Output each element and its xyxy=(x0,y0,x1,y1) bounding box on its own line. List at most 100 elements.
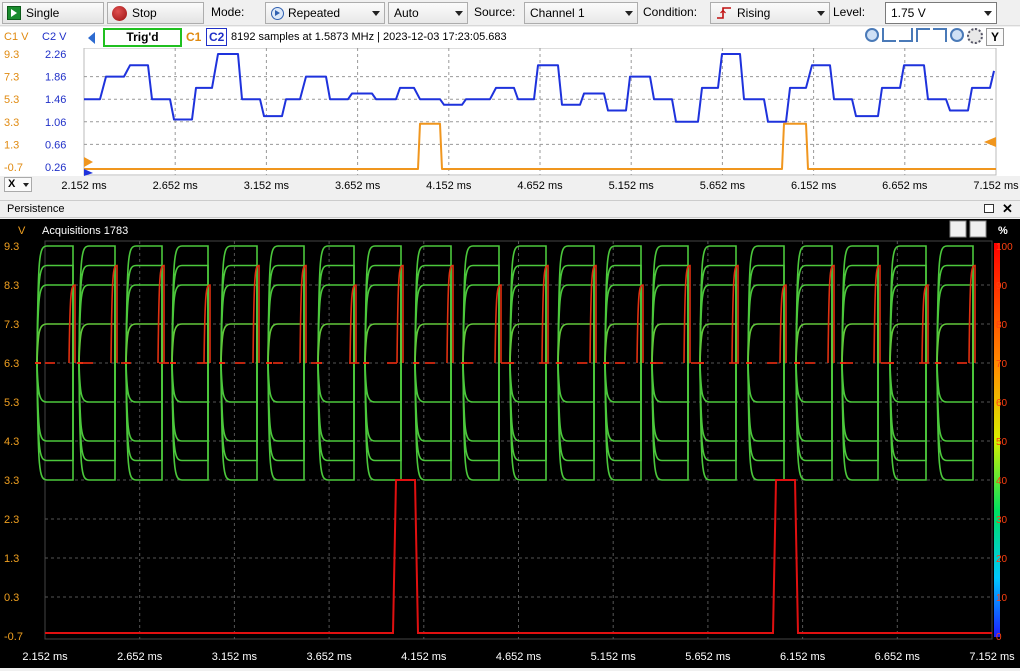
persistence-x-tick: 2.152 ms xyxy=(22,651,68,663)
scope-view[interactable]: 9.3 2.26 7.3 1.86 5.3 1.46 3.3 1.06 1.3 0.66 -0.7 0… xyxy=(0,47,1020,176)
persistence-x-tick: 3.152 ms xyxy=(212,651,258,663)
persistence-y-tick: 3.3 xyxy=(4,475,19,487)
persistence-x-tick: 6.652 ms xyxy=(875,651,921,663)
scope-tools: Y xyxy=(865,28,1004,46)
c1-tick-label: 1.3 xyxy=(4,139,19,151)
persistence-x-tick: 6.152 ms xyxy=(780,651,826,663)
stop-button[interactable]: Stop xyxy=(107,2,204,24)
broom-clear-button[interactable] xyxy=(949,220,967,238)
x-tick-label: 2.652 ms xyxy=(153,180,199,192)
x-tick-label: 5.152 ms xyxy=(609,180,655,192)
stop-icon xyxy=(112,5,127,21)
c2-tick-label: 1.46 xyxy=(45,94,66,106)
percent-tick-label: 0 xyxy=(996,632,1002,643)
condition-select[interactable]: Rising xyxy=(710,2,830,24)
c2-tick-label: 1.06 xyxy=(45,117,66,129)
x-tick-label: 4.152 ms xyxy=(426,180,472,192)
x-tick-label: 2.152 ms xyxy=(61,180,107,192)
percent-tick-label: 60 xyxy=(996,398,1008,409)
percent-tick-label: 80 xyxy=(996,320,1008,331)
mode-select[interactable]: Repeated xyxy=(265,2,385,24)
percent-unit: % xyxy=(998,225,1008,237)
x-axis-bar: X 2.152 ms 2.652 ms 3.152 ms 3.652 ms 4.152 … xyxy=(0,176,1020,194)
c2-tick-label: 0.66 xyxy=(45,139,66,151)
percent-tick-label: 30 xyxy=(996,515,1008,526)
zoom-fit-icon[interactable] xyxy=(882,28,896,42)
restore-window-icon[interactable] xyxy=(984,204,994,213)
y-axis-button[interactable]: Y xyxy=(986,28,1004,46)
zoom-in-icon[interactable] xyxy=(865,28,879,42)
percent-tick-label: 10 xyxy=(996,593,1008,604)
mode-label: Mode: xyxy=(211,5,245,19)
scope-plot[interactable]: 9.3 2.26 7.3 1.86 5.3 1.46 3.3 1.06 1.3 0.66 -0.7 0… xyxy=(0,47,1020,176)
source-select[interactable]: Channel 1 xyxy=(524,2,638,24)
trigger-status-badge: Trig'd xyxy=(103,28,182,47)
persistence-y-tick: 1.3 xyxy=(4,553,19,565)
c2-tick-label: 1.86 xyxy=(45,72,66,84)
source-label: Source: xyxy=(474,5,516,19)
x-tick-label: 7.152 ms xyxy=(973,180,1019,192)
persistence-y-tick: 2.3 xyxy=(4,514,19,526)
percent-tick-label: 70 xyxy=(996,359,1008,370)
trigger-mode-select[interactable]: Auto xyxy=(388,2,468,24)
acquisition-info: 8192 samples at 1.5873 MHz | 2023-12-03 … xyxy=(231,31,507,43)
settings-gear-icon[interactable] xyxy=(967,28,983,44)
persistence-y-unit: V xyxy=(18,225,26,237)
c2-tick-label: 2.26 xyxy=(45,49,66,61)
x-tick-label: 6.652 ms xyxy=(882,180,928,192)
persistence-settings-button[interactable] xyxy=(969,220,987,238)
rising-edge-icon xyxy=(717,7,731,19)
vertical-zoom-icon[interactable] xyxy=(899,28,913,42)
c2-tick-label: 0.26 xyxy=(45,162,66,174)
percent-tick-label: 20 xyxy=(996,554,1008,565)
persistence-view[interactable]: V Acquisitions 1783 % 9.3 8.3 7.3 6.3 5.3 4.3… xyxy=(0,219,1020,645)
repeat-icon xyxy=(271,6,284,20)
persistence-x-tick: 3.652 ms xyxy=(306,651,352,663)
persistence-plot[interactable]: V Acquisitions 1783 % 9.3 8.3 7.3 6.3 5.3 4.3… xyxy=(0,219,1020,645)
zoom-out-icon[interactable] xyxy=(950,28,964,42)
persistence-y-tick: 4.3 xyxy=(4,436,19,448)
persistence-header: Persistence ✕ xyxy=(0,200,1020,218)
condition-label: Condition: xyxy=(643,5,698,19)
c1-tick-label: 3.3 xyxy=(4,117,19,129)
percent-tick-label: 40 xyxy=(996,476,1008,487)
toolbar: Single Stop Mode: Repeated Auto Source: … xyxy=(0,0,1020,26)
c1-tick-label: 7.3 xyxy=(4,72,19,84)
persistence-y-tick: 0.3 xyxy=(4,592,19,604)
level-input[interactable]: 1.75 V xyxy=(885,2,997,24)
x-tick-label: 5.652 ms xyxy=(700,180,746,192)
persistence-y-tick: 8.3 xyxy=(4,280,19,292)
x-tick-label: 3.652 ms xyxy=(335,180,381,192)
pan-icon[interactable] xyxy=(933,28,947,42)
persistence-y-tick: -0.7 xyxy=(4,631,23,643)
x-tick-label: 4.652 ms xyxy=(517,180,563,192)
horizontal-zoom-icon[interactable] xyxy=(916,28,930,42)
persistence-y-tick: 6.3 xyxy=(4,358,19,370)
c1-tag[interactable]: C1 xyxy=(186,30,201,44)
x-tick-label: 3.152 ms xyxy=(244,180,290,192)
percent-tick-label: 50 xyxy=(996,437,1008,448)
persistence-x-tick: 5.152 ms xyxy=(591,651,637,663)
persistence-x-tick: 2.652 ms xyxy=(117,651,163,663)
persistence-x-tick: 5.652 ms xyxy=(685,651,731,663)
percent-tick-label: 90 xyxy=(996,281,1008,292)
c2-units-label: C2 V xyxy=(42,31,67,43)
persistence-x-tick: 4.152 ms xyxy=(401,651,447,663)
persistence-y-tick: 7.3 xyxy=(4,319,19,331)
level-label: Level: xyxy=(833,5,866,19)
play-step-icon xyxy=(7,6,21,20)
persistence-x-tick: 4.652 ms xyxy=(496,651,542,663)
close-icon[interactable]: ✕ xyxy=(1002,201,1013,217)
collapse-arrow-icon[interactable] xyxy=(88,32,95,44)
persistence-title: Persistence xyxy=(7,203,65,215)
x-tick-label: 6.152 ms xyxy=(791,180,837,192)
single-button[interactable]: Single xyxy=(2,2,104,24)
persistence-y-tick: 5.3 xyxy=(4,397,19,409)
c1-units-label: C1 V xyxy=(4,31,29,43)
acquisitions-label: Acquisitions 1783 xyxy=(42,225,128,237)
c2-tag[interactable]: C2 xyxy=(206,28,228,46)
percent-tick-label: 100 xyxy=(996,242,1013,253)
c1-tick-label: -0.7 xyxy=(4,162,23,174)
c1-tick-label: 5.3 xyxy=(4,94,19,106)
persistence-x-tick: 7.152 ms xyxy=(969,651,1015,663)
